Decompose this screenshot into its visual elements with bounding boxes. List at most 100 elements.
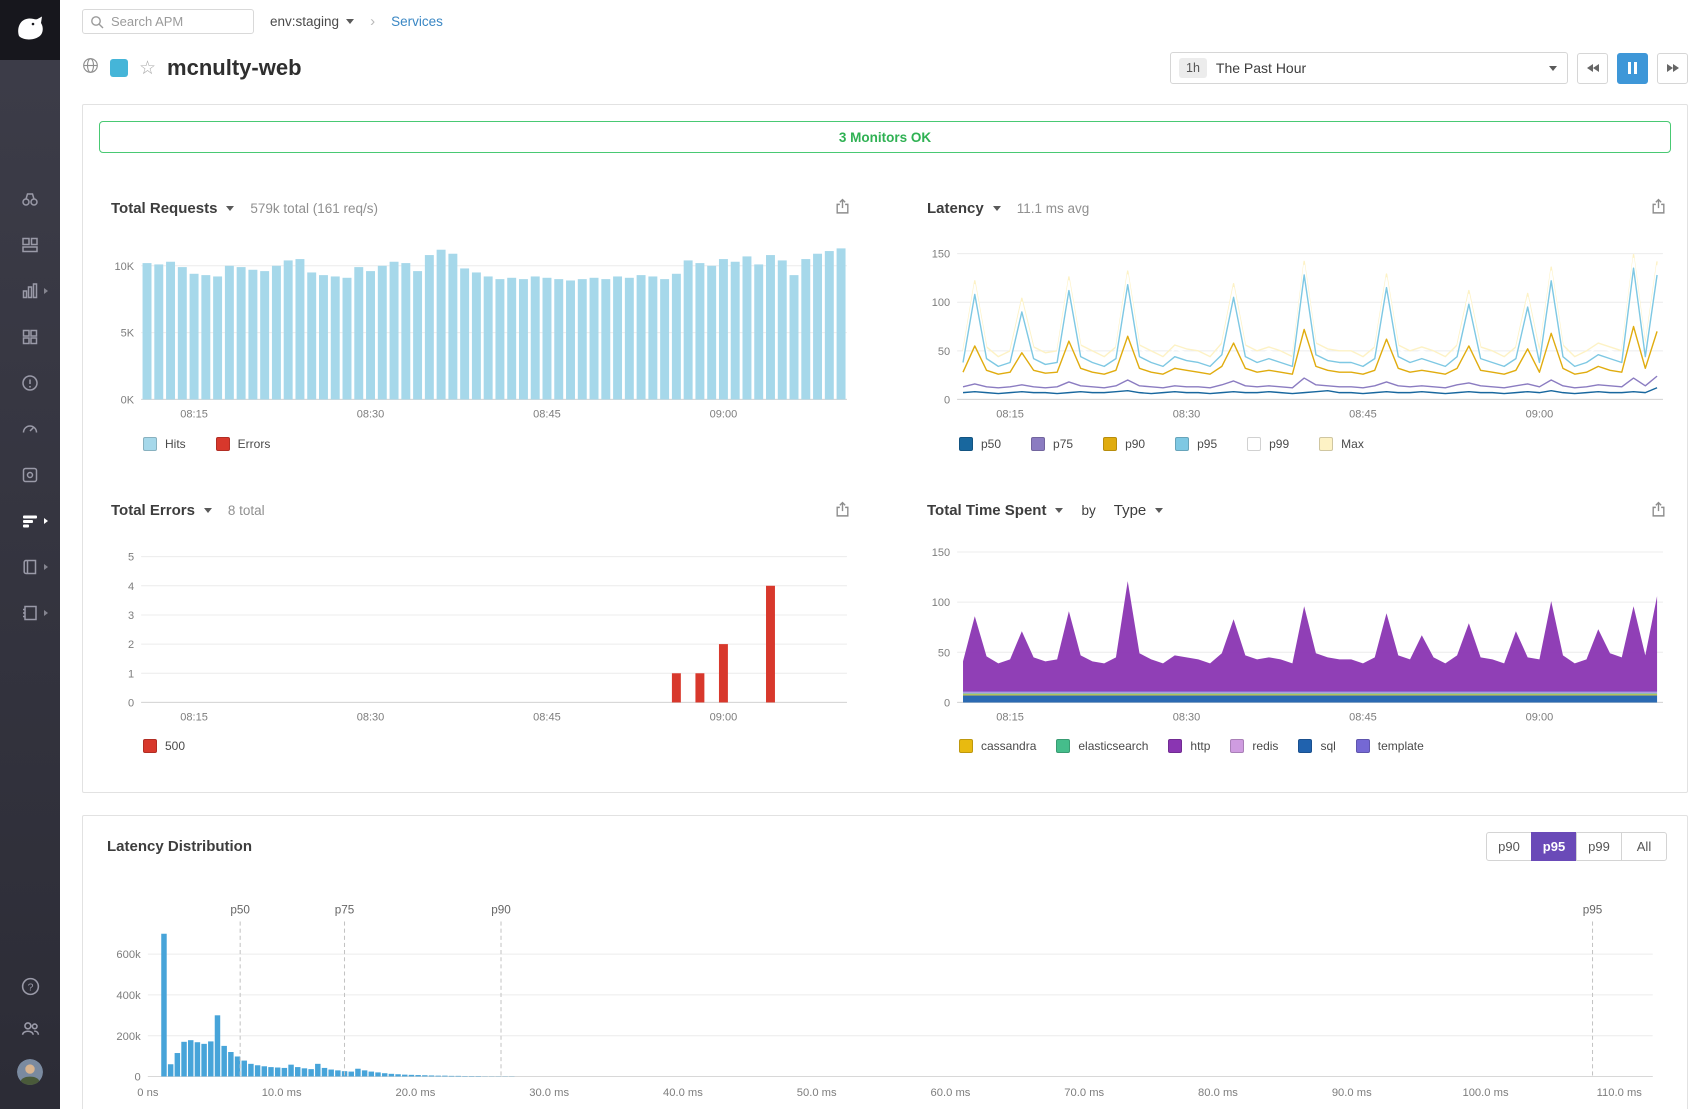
time-range-dropdown[interactable]: 1h The Past Hour bbox=[1170, 52, 1568, 84]
chevron-down-icon bbox=[1155, 508, 1163, 513]
svg-text:1: 1 bbox=[128, 668, 134, 680]
legend-item-redis[interactable]: redis bbox=[1230, 739, 1278, 753]
chart-total-requests: Total Requests 579k total (161 req/s) 0K… bbox=[99, 193, 855, 456]
svg-text:08:15: 08:15 bbox=[180, 711, 208, 723]
legend-label: redis bbox=[1252, 739, 1278, 753]
legend-item-p75[interactable]: p75 bbox=[1031, 437, 1073, 451]
app-root: ? bbox=[0, 0, 1694, 1109]
sidebar-item-help[interactable]: ? bbox=[16, 975, 44, 997]
chart-subtitle: 11.1 ms avg bbox=[1017, 201, 1090, 216]
legend-swatch bbox=[1056, 739, 1070, 753]
legend-swatch bbox=[1230, 739, 1244, 753]
alert-icon bbox=[20, 373, 40, 393]
svg-text:50: 50 bbox=[938, 647, 950, 659]
globe-icon[interactable] bbox=[82, 57, 99, 79]
export-button[interactable] bbox=[1650, 196, 1671, 220]
legend-item-p90[interactable]: p90 bbox=[1103, 437, 1145, 451]
legend-item-cassandra[interactable]: cassandra bbox=[959, 739, 1036, 753]
pause-button[interactable] bbox=[1617, 53, 1648, 84]
fast-forward-button[interactable] bbox=[1657, 53, 1688, 84]
svg-text:08:30: 08:30 bbox=[357, 408, 385, 420]
export-button[interactable] bbox=[1650, 499, 1671, 523]
legend-swatch bbox=[1247, 437, 1261, 451]
time-range-label: The Past Hour bbox=[1216, 60, 1306, 76]
latency-chart[interactable]: 05010015008:1508:3008:4509:00 bbox=[915, 229, 1671, 430]
export-button[interactable] bbox=[834, 499, 855, 523]
svg-text:400k: 400k bbox=[116, 990, 141, 1002]
legend-item-500[interactable]: 500 bbox=[143, 739, 185, 753]
percentile-button-p95[interactable]: p95 bbox=[1531, 832, 1577, 861]
legend-item-sql[interactable]: sql bbox=[1298, 739, 1335, 753]
svg-text:08:15: 08:15 bbox=[180, 408, 208, 420]
legend-item-template[interactable]: template bbox=[1356, 739, 1424, 753]
latency-dropdown[interactable]: Latency bbox=[927, 200, 1001, 217]
export-button[interactable] bbox=[834, 196, 855, 220]
svg-text:100: 100 bbox=[932, 597, 950, 609]
latency-distribution-panel: Latency Distribution p90p95p99All 0200k4… bbox=[82, 815, 1688, 1109]
total-requests-chart[interactable]: 0K5K10K08:1508:3008:4509:00 bbox=[99, 229, 855, 430]
sidebar-item-notebooks[interactable] bbox=[16, 602, 44, 624]
sidebar-item-users[interactable] bbox=[16, 1017, 44, 1039]
sidebar-item-apm[interactable] bbox=[16, 510, 44, 532]
search-input[interactable] bbox=[82, 9, 254, 34]
sidebar-item-metrics[interactable] bbox=[16, 418, 44, 440]
sidebar-item-watchdog[interactable] bbox=[16, 188, 44, 210]
chevron-down-icon bbox=[1055, 508, 1063, 513]
percentile-button-p90[interactable]: p90 bbox=[1486, 832, 1532, 861]
legend-item-p95[interactable]: p95 bbox=[1175, 437, 1217, 451]
export-icon bbox=[1650, 501, 1667, 518]
total-errors-chart[interactable]: 01234508:1508:3008:4509:00 bbox=[99, 532, 855, 733]
rewind-button[interactable] bbox=[1577, 53, 1608, 84]
sidebar-item-monitors[interactable] bbox=[16, 372, 44, 394]
env-filter-dropdown[interactable]: env:staging bbox=[270, 14, 354, 29]
legend-swatch bbox=[1031, 437, 1045, 451]
main-content: env:staging › Services ☆ mcnulty-web 1h … bbox=[60, 0, 1694, 1109]
legend-label: p90 bbox=[1125, 437, 1145, 451]
datadog-logo[interactable] bbox=[0, 0, 60, 60]
latency-distribution-chart[interactable]: 0200k400k600k0 ns10.0 ms20.0 ms30.0 ms40… bbox=[103, 895, 1667, 1109]
chevron-down-icon bbox=[204, 508, 212, 513]
sidebar-item-host-map[interactable] bbox=[16, 326, 44, 348]
sidebar-item-infrastructure[interactable] bbox=[16, 280, 44, 302]
fast-forward-icon bbox=[1666, 63, 1680, 73]
svg-text:600k: 600k bbox=[116, 949, 141, 961]
total-time-spent-dropdown[interactable]: Total Time Spent bbox=[927, 502, 1063, 519]
sidebar: ? bbox=[0, 0, 60, 1109]
latency-distribution-header: Latency Distribution p90p95p99All bbox=[103, 832, 1667, 861]
legend-item-hits[interactable]: Hits bbox=[143, 437, 186, 451]
legend-swatch bbox=[1319, 437, 1333, 451]
total-time-spent-chart[interactable]: 05010015008:1508:3008:4509:00 bbox=[915, 532, 1671, 733]
service-summary-panel: 3 Monitors OK Total Requests 579k total … bbox=[82, 104, 1688, 793]
monitors-status-banner[interactable]: 3 Monitors OK bbox=[99, 121, 1671, 153]
group-by-type-dropdown[interactable]: Type bbox=[1114, 502, 1164, 519]
host-map-icon bbox=[20, 327, 40, 347]
legend-item-http[interactable]: http bbox=[1168, 739, 1210, 753]
legend-label: 500 bbox=[165, 739, 185, 753]
svg-text:08:45: 08:45 bbox=[533, 408, 561, 420]
legend-item-p50[interactable]: p50 bbox=[959, 437, 1001, 451]
total-errors-dropdown[interactable]: Total Errors bbox=[111, 502, 212, 519]
legend-label: Max bbox=[1341, 437, 1364, 451]
percentile-button-p99[interactable]: p99 bbox=[1576, 832, 1622, 861]
legend-item-p99[interactable]: p99 bbox=[1247, 437, 1289, 451]
favorite-star-icon[interactable]: ☆ bbox=[139, 59, 156, 78]
breadcrumb-services-link[interactable]: Services bbox=[391, 14, 443, 29]
sidebar-item-integrations[interactable] bbox=[16, 464, 44, 486]
page-title: mcnulty-web bbox=[167, 55, 301, 81]
breadcrumb-separator: › bbox=[370, 13, 375, 30]
sidebar-item-logs[interactable] bbox=[16, 556, 44, 578]
legend-item-errors[interactable]: Errors bbox=[216, 437, 271, 451]
total-requests-dropdown[interactable]: Total Requests bbox=[111, 200, 234, 217]
sidebar-item-dashboards[interactable] bbox=[16, 234, 44, 256]
notebook-icon bbox=[20, 603, 40, 623]
svg-text:200k: 200k bbox=[116, 1031, 141, 1043]
legend-label: template bbox=[1378, 739, 1424, 753]
percentile-button-all[interactable]: All bbox=[1621, 832, 1667, 861]
svg-text:80.0 ms: 80.0 ms bbox=[1198, 1087, 1238, 1099]
user-avatar[interactable] bbox=[17, 1059, 43, 1085]
legend-label: p75 bbox=[1053, 437, 1073, 451]
legend-item-max[interactable]: Max bbox=[1319, 437, 1364, 451]
legend-item-elasticsearch[interactable]: elasticsearch bbox=[1056, 739, 1148, 753]
svg-text:?: ? bbox=[27, 981, 33, 993]
svg-text:p75: p75 bbox=[335, 903, 355, 916]
